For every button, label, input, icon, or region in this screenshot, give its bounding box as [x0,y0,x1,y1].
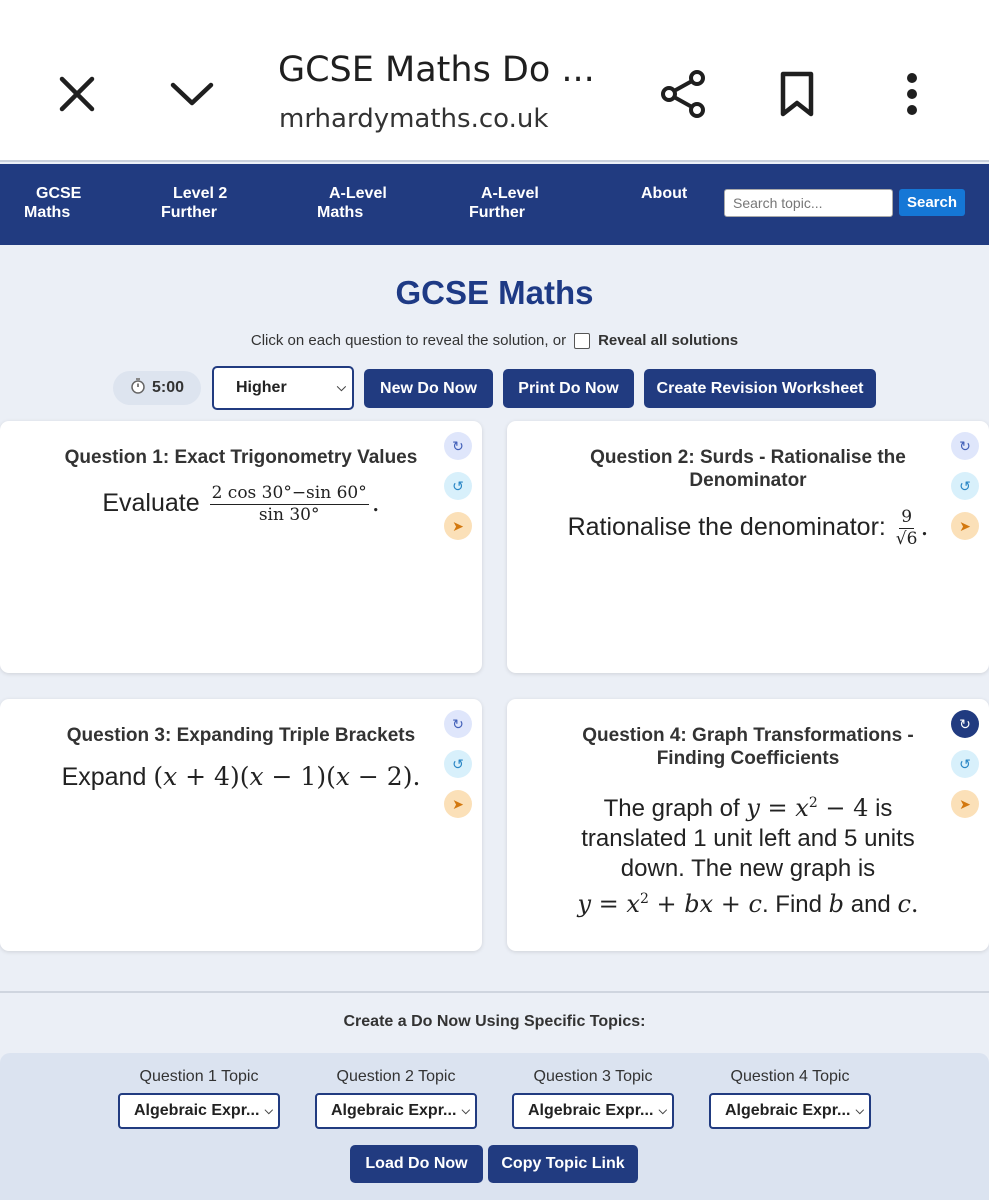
question-body: Expand (x + 4)(x − 1)(x − 2). [20,762,462,792]
refresh-icon[interactable]: ↻ [444,710,472,738]
reset-icon[interactable]: ↺ [444,750,472,778]
question-prompt: down. The new graph is [620,855,876,882]
chevron-down-icon: ⌵ [336,380,346,394]
reset-icon[interactable]: ↺ [951,750,979,778]
nav-label: About [641,185,688,202]
arrow-right-icon[interactable]: ➤ [444,512,472,540]
topic-select-value: Algebraic Expr... [331,1102,457,1119]
chevron-down-icon: ⌵ [264,1105,273,1117]
trig-fraction: 2 cos 30°−sin 60° sin 30° [209,483,369,525]
section-divider [0,991,989,993]
nav-label: Level 2 [173,185,228,202]
topic-section-heading: Create a Do Now Using Specific Topics: [343,1013,646,1030]
question-prompt: . Find [761,891,822,918]
chevron-down-icon: ⌵ [658,1105,667,1117]
nav-item-alevel-further[interactable]: A-Level Further [469,184,539,222]
topic-label: Question 1 Topic [139,1068,259,1085]
create-revision-worksheet-button[interactable]: Create Revision Worksheet [644,369,876,408]
question-heading: Question 4: Graph Transformations - Find… [582,725,914,769]
level-select-value: Higher [236,379,287,396]
nav-label: Further [469,204,525,221]
question-prompt: The graph of [603,795,740,822]
page-title: GCSE Maths [395,274,594,311]
topic-select-2[interactable]: Algebraic Expr... ⌵ [315,1093,477,1129]
question-body: Rationalise the denominator: 9 √6 . [567,507,929,549]
print-do-now-button[interactable]: Print Do Now [503,369,634,408]
topic-label: Question 3 Topic [533,1068,653,1085]
topic-select-value: Algebraic Expr... [134,1102,260,1119]
refresh-icon[interactable]: ↻ [444,432,472,460]
refresh-icon[interactable]: ↻ [951,432,979,460]
topic-column: Question 2 Topic [315,1068,477,1088]
nav-label: Maths [317,204,364,221]
question-heading: Question 2: Surds - Rationalise the Deno… [590,447,906,491]
browser-page-title: GCSE Maths Do ... [278,50,595,90]
reset-icon[interactable]: ↺ [951,472,979,500]
load-do-now-button[interactable]: Load Do Now [350,1145,483,1183]
instructions: Click on each question to reveal the sol… [0,332,989,349]
arrow-right-icon[interactable]: ➤ [951,790,979,818]
search-input[interactable] [724,189,893,217]
reveal-all-label[interactable]: Reveal all solutions [598,332,738,349]
topic-select-1[interactable]: Algebraic Expr... ⌵ [118,1093,280,1129]
search-button[interactable]: Search [899,189,965,216]
question-prompt: and [850,891,891,918]
nav-item-about[interactable]: About [641,184,687,203]
question-heading: Question 3: Expanding Triple Brackets [66,725,416,746]
topic-label: Question 2 Topic [336,1068,456,1085]
question-body: Evaluate 2 cos 30°−sin 60° sin 30° . [102,483,380,525]
nav-label: A-Level [481,185,539,202]
question-prompt: is [875,795,893,822]
timer-value: 5:00 [151,379,185,396]
chevron-down-icon: ⌵ [855,1105,864,1117]
timer[interactable]: 5:00 [113,371,201,405]
bookmark-icon[interactable] [776,69,818,119]
refresh-icon[interactable]: ↻ [951,710,979,738]
question-prompt: translated 1 unit left and 5 units [581,825,915,852]
question-prompt: Expand [61,763,147,791]
reveal-all-checkbox[interactable] [574,332,591,349]
nav-label: Maths [24,204,71,221]
topic-column: Question 3 Topic [512,1068,674,1088]
level-select[interactable]: Higher ⌵ [212,366,354,410]
topic-select-value: Algebraic Expr... [725,1102,851,1119]
stopwatch-icon [130,377,146,399]
nav-label: Further [161,204,217,221]
browser-toolbar: GCSE Maths Do ... mrhardymaths.co.uk [0,0,989,162]
share-icon[interactable] [658,68,708,120]
nav-item-gcse-maths[interactable]: GCSE Maths [24,184,81,222]
question-heading: Question 1: Exact Trigonometry Values [64,447,418,468]
copy-topic-link-button[interactable]: Copy Topic Link [488,1145,638,1183]
arrow-right-icon[interactable]: ➤ [444,790,472,818]
question-prompt: Evaluate [102,489,200,518]
topic-select-value: Algebraic Expr... [528,1102,654,1119]
nav-label: A-Level [329,185,387,202]
reset-icon[interactable]: ↺ [444,472,472,500]
close-icon[interactable] [54,71,100,117]
question-prompt: Rationalise the denominator: [567,513,886,542]
surd-fraction: 9 √6 [895,507,918,549]
topic-select-3[interactable]: Algebraic Expr... ⌵ [512,1093,674,1129]
triple-brackets-expression: (x + 4)(x − 1)(x − 2). [153,762,421,791]
chevron-down-icon[interactable] [166,72,218,116]
topic-column: Question 4 Topic [709,1068,871,1088]
arrow-right-icon[interactable]: ➤ [951,512,979,540]
instructions-text: Click on each question to reveal the sol… [250,332,567,349]
nav-item-level2-further[interactable]: Level 2 Further [161,184,227,222]
chevron-down-icon: ⌵ [461,1105,470,1117]
topic-column: Question 1 Topic [118,1068,280,1088]
question-body: The graph of y = x2 − 4 is translated 1 … [552,788,944,920]
more-vert-icon[interactable] [896,70,928,118]
new-do-now-button[interactable]: New Do Now [364,369,493,408]
nav-label: GCSE [36,185,82,202]
nav-item-alevel-maths[interactable]: A-Level Maths [317,184,387,222]
browser-url[interactable]: mrhardymaths.co.uk [279,104,548,134]
topic-select-4[interactable]: Algebraic Expr... ⌵ [709,1093,871,1129]
topic-label: Question 4 Topic [730,1068,850,1085]
